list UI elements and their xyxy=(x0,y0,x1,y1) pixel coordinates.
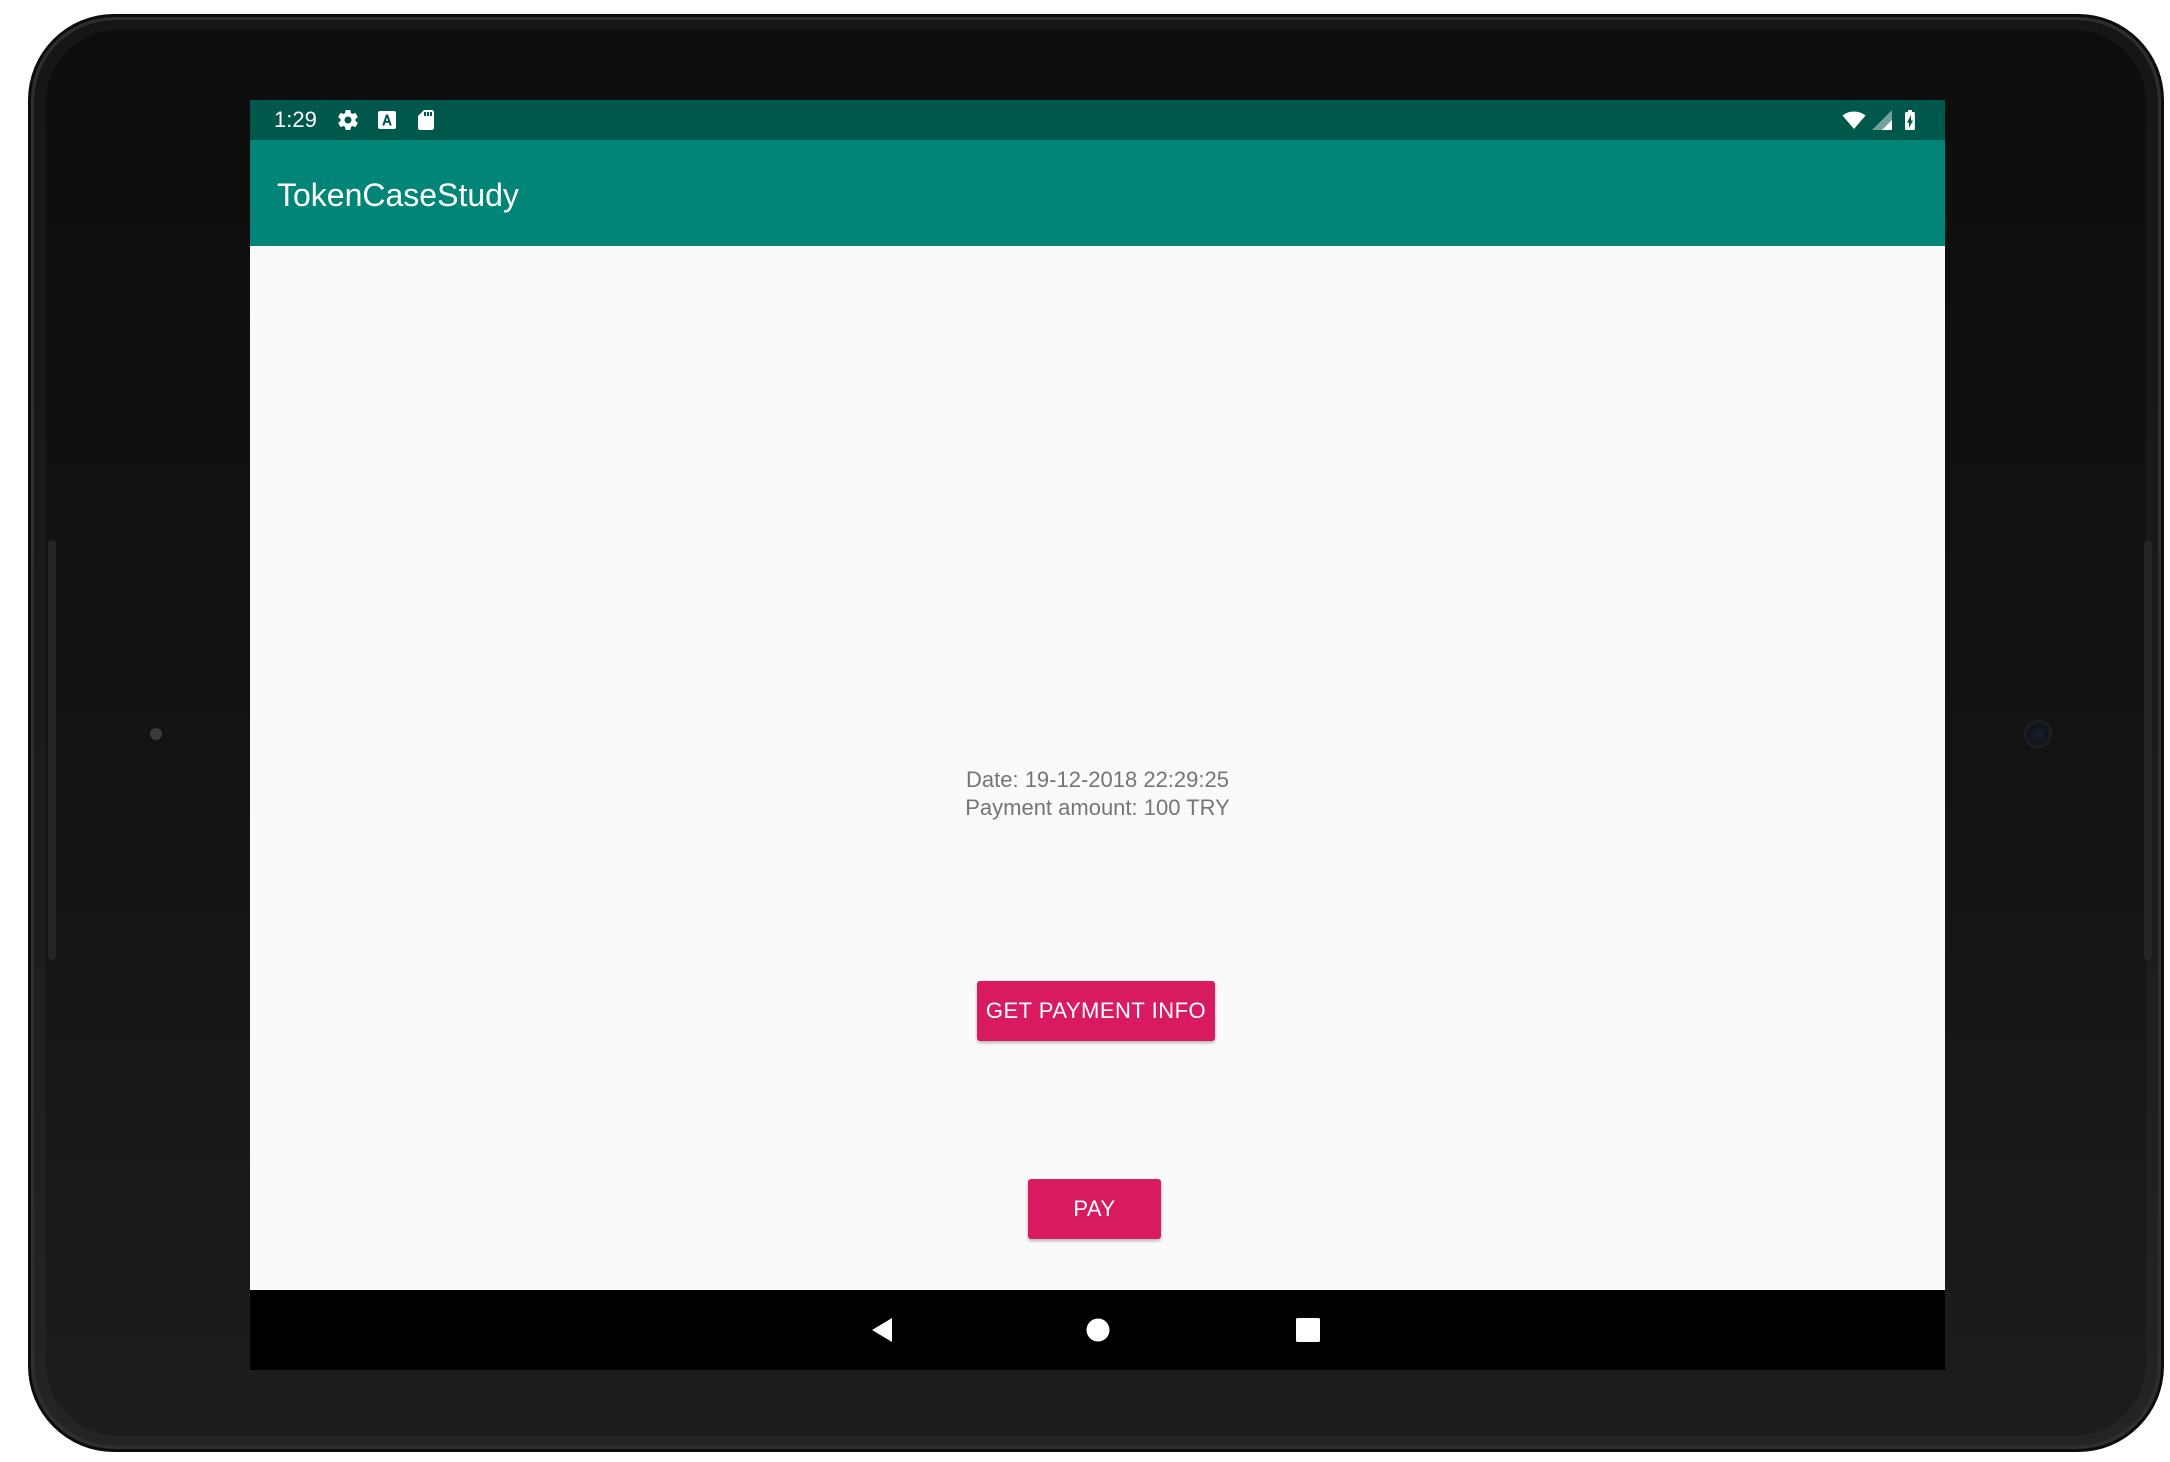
home-icon[interactable] xyxy=(1084,1316,1112,1344)
side-button-right xyxy=(2144,540,2152,960)
payment-amount-text: Payment amount: 100 TRY xyxy=(965,795,1230,820)
side-button-left xyxy=(48,540,56,960)
wifi-icon xyxy=(1842,111,1866,129)
front-camera xyxy=(2026,722,2050,746)
app-bar: TokenCaseStudy xyxy=(250,140,1945,246)
get-payment-info-button[interactable]: GET PAYMENT INFO xyxy=(977,981,1215,1041)
cell-signal-icon xyxy=(1872,110,1892,130)
back-icon[interactable] xyxy=(868,1316,896,1344)
light-sensor xyxy=(150,728,162,740)
app-title: TokenCaseStudy xyxy=(277,177,519,213)
gear-icon xyxy=(338,110,358,131)
a-notification-icon xyxy=(378,111,396,129)
pay-button[interactable]: PAY xyxy=(1028,1179,1161,1239)
status-time: 1:29 xyxy=(274,107,317,132)
main-content: Date: 19-12-2018 22:29:25 Payment amount… xyxy=(250,246,1945,1290)
payment-date-text: Date: 19-12-2018 22:29:25 xyxy=(966,767,1229,792)
sd-card-icon xyxy=(418,110,434,130)
recents-icon[interactable] xyxy=(1294,1316,1322,1344)
navigation-bar xyxy=(250,1290,1945,1370)
battery-charging-icon xyxy=(1905,110,1915,130)
device-stage: 1:29 TokenCaseStudy Date: 19-12-2018 22:… xyxy=(0,0,2170,1462)
status-bar: 1:29 xyxy=(250,100,1945,140)
device-screen: 1:29 TokenCaseStudy Date: 19-12-2018 22:… xyxy=(250,100,1945,1370)
